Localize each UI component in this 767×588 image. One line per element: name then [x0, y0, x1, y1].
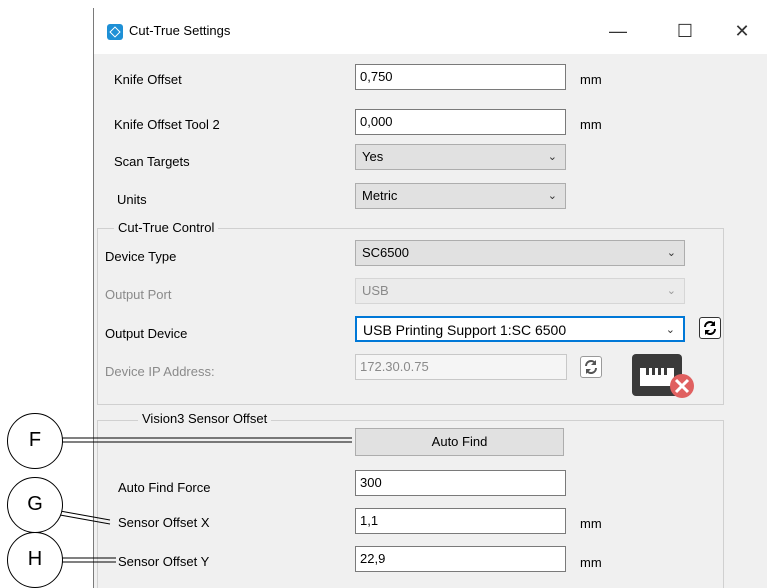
- callout-h: H: [7, 532, 63, 588]
- callout-leaders: [59, 437, 352, 563]
- callout-g: G: [7, 477, 63, 533]
- callout-f: F: [7, 413, 63, 469]
